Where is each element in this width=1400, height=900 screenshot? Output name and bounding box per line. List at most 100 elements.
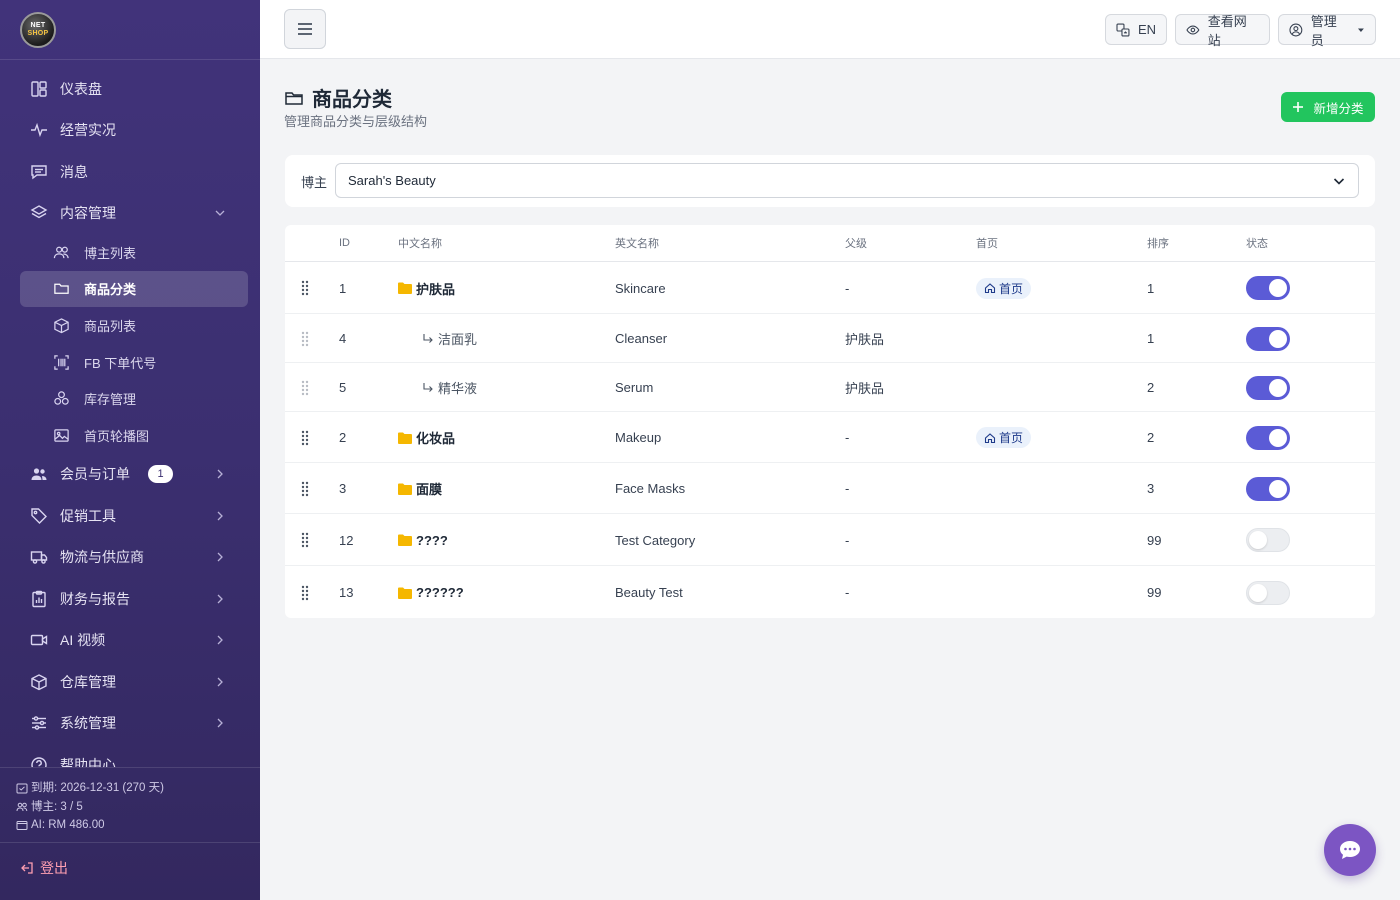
category-zh-name-text: 护肤品	[416, 281, 456, 297]
category-zh-name-text: ??????	[416, 585, 464, 600]
category-en-name: Skincare	[615, 280, 666, 296]
folder-icon	[398, 587, 412, 599]
table-header: ID 中文名称 英文名称 父级 首页 排序 状态	[285, 225, 1375, 262]
user-menu-button[interactable]: 管理员	[1278, 14, 1376, 48]
drag-handle[interactable]	[300, 315, 310, 362]
drag-handle[interactable]	[300, 464, 310, 513]
home-icon	[984, 283, 996, 294]
drag-handle[interactable]	[300, 567, 310, 618]
table-row[interactable]: 4 洁面乳 Cleanser 护肤品 1	[285, 315, 1375, 363]
category-zh-name: 洁面乳	[422, 315, 477, 362]
category-parent: -	[845, 280, 850, 296]
status-toggle[interactable]	[1246, 375, 1290, 400]
sidebar-item-help-center[interactable]: 帮助中心	[0, 744, 260, 767]
sidebar-subitem-label: 商品列表	[84, 318, 137, 334]
sidebar-subitem-home-carousel[interactable]: 首页轮播图	[20, 417, 248, 454]
sidebar-subitem-inventory[interactable]: 库存管理	[20, 380, 248, 417]
sidebar-subitem-label: FB 下单代号	[84, 355, 157, 371]
netshop-logo[interactable]: NET SHOP	[20, 11, 56, 48]
category-parent: -	[845, 585, 850, 600]
sidebar-logo-area: NET SHOP	[0, 0, 260, 60]
sidebar-item-finance-reports[interactable]: 财务与报告	[0, 578, 260, 620]
sidebar-subitem-fb-order-code[interactable]: FB 下单代号	[20, 344, 248, 381]
sidebar-item-label: 促销工具	[60, 507, 116, 524]
status-toggle[interactable]	[1246, 580, 1290, 605]
toggle-knob	[1269, 279, 1287, 297]
sidebar-subitem-product-list[interactable]: 商品列表	[20, 307, 248, 344]
menu-toggle-button[interactable]	[284, 9, 326, 49]
message-icon	[31, 165, 47, 180]
logout-button[interactable]: 登出	[20, 858, 68, 878]
drag-handle[interactable]	[300, 364, 310, 411]
chat-support-button[interactable]	[1324, 824, 1376, 876]
status-toggle-cell	[1246, 464, 1290, 513]
sidebar-item-warehouse[interactable]: 仓库管理	[0, 661, 260, 703]
sidebar-item-live-business[interactable]: 经营实况	[0, 110, 260, 152]
blogger-select[interactable]: Sarah's Beauty	[335, 163, 1359, 198]
sidebar-item-system-management[interactable]: 系统管理	[0, 703, 260, 745]
status-toggle[interactable]	[1246, 276, 1290, 300]
table-row[interactable]: 2 化妆品 Makeup - 首页 2	[285, 413, 1375, 463]
category-sort: 3	[1147, 481, 1155, 496]
home-cell: 首页	[976, 263, 1032, 313]
sidebar-item-label: 内容管理	[60, 205, 116, 222]
sidebar-item-label: 财务与报告	[60, 590, 130, 607]
sidebar-nav: 仪表盘 经营实况 消息 内容管理 博主列表 商品分类 商品列表 FB 下单代号 …	[0, 60, 260, 767]
members-icon	[31, 468, 47, 481]
sidebar-subitem-product-categories[interactable]: 商品分类	[20, 270, 248, 308]
table-row[interactable]: 12???? Test Category - 99	[285, 515, 1375, 566]
category-parent: -	[845, 430, 850, 445]
sidebar-subitem-label: 库存管理	[84, 392, 137, 408]
table-row[interactable]: 5 精华液 Serum 护肤品 2	[285, 364, 1375, 412]
dashboard-icon	[31, 81, 47, 97]
add-category-label: 新增分类	[1313, 101, 1364, 116]
drag-handle-icon	[301, 481, 309, 496]
category-id: 2	[339, 430, 347, 445]
sidebar-item-label: 仓库管理	[60, 673, 116, 690]
user-name: 管理员	[1310, 13, 1337, 48]
sidebar-item-messages[interactable]: 消息	[0, 151, 260, 193]
home-badge: 首页	[976, 277, 1032, 299]
column-header-zh-name: 中文名称	[398, 238, 442, 250]
page-title: 商品分类	[312, 89, 392, 111]
warehouse-icon	[31, 674, 47, 691]
status-toggle[interactable]	[1246, 326, 1290, 351]
table-row[interactable]: 3 面膜 Face Masks - 3	[285, 464, 1375, 514]
tag-icon	[31, 508, 47, 524]
blogger-filter-card: 博主 Sarah's Beauty	[285, 155, 1375, 207]
sidebar-item-promotion-tools[interactable]: 促销工具	[0, 495, 260, 537]
status-toggle[interactable]	[1246, 476, 1290, 501]
boxes-icon	[54, 391, 69, 405]
drag-handle[interactable]	[300, 413, 310, 462]
sidebar-item-dashboard[interactable]: 仪表盘	[0, 68, 260, 110]
status-toggle[interactable]	[1246, 425, 1290, 450]
category-parent: 护肤品	[845, 332, 885, 347]
home-cell: 首页	[976, 413, 1032, 462]
sidebar-item-members-orders[interactable]: 会员与订单 1	[0, 454, 260, 496]
sidebar-item-ai-video[interactable]: AI 视频	[0, 620, 260, 662]
sidebar-subitem-blogger-list[interactable]: 博主列表	[20, 234, 248, 271]
sidebar-item-label: 经营实况	[60, 122, 116, 139]
language-button[interactable]: EN	[1105, 14, 1167, 45]
column-header-home: 首页	[976, 238, 998, 250]
view-site-button[interactable]: 查看网站	[1175, 14, 1270, 48]
drag-handle[interactable]	[300, 515, 310, 565]
sidebar-item-content-management[interactable]: 内容管理	[0, 193, 260, 235]
folder-icon	[398, 483, 412, 495]
page-subtitle: 管理商品分类与层级结构	[284, 114, 428, 129]
category-id: 1	[339, 280, 347, 296]
table-row[interactable]: 13?????? Beauty Test - 99	[285, 567, 1375, 618]
account-info-panel: 到期: 2026-12-31 (270 天) 博主: 3 / 5 AI: RM …	[0, 767, 260, 843]
add-category-button[interactable]: 新增分类	[1281, 92, 1375, 122]
main-content: 商品分类 管理商品分类与层级结构 新增分类 博主 Sarah's Beauty …	[260, 60, 1400, 643]
category-id: 4	[339, 331, 347, 346]
sidebar-item-logistics-suppliers[interactable]: 物流与供应商	[0, 537, 260, 579]
caret-down-icon	[1358, 28, 1365, 32]
toggle-knob	[1269, 329, 1287, 348]
table-row[interactable]: 1 护肤品 Skincare - 首页 1	[285, 263, 1375, 314]
chevron-right-icon	[217, 677, 223, 687]
drag-handle[interactable]	[300, 263, 310, 313]
status-toggle[interactable]	[1246, 528, 1290, 552]
column-header-id: ID	[339, 237, 350, 249]
help-icon	[31, 757, 47, 767]
